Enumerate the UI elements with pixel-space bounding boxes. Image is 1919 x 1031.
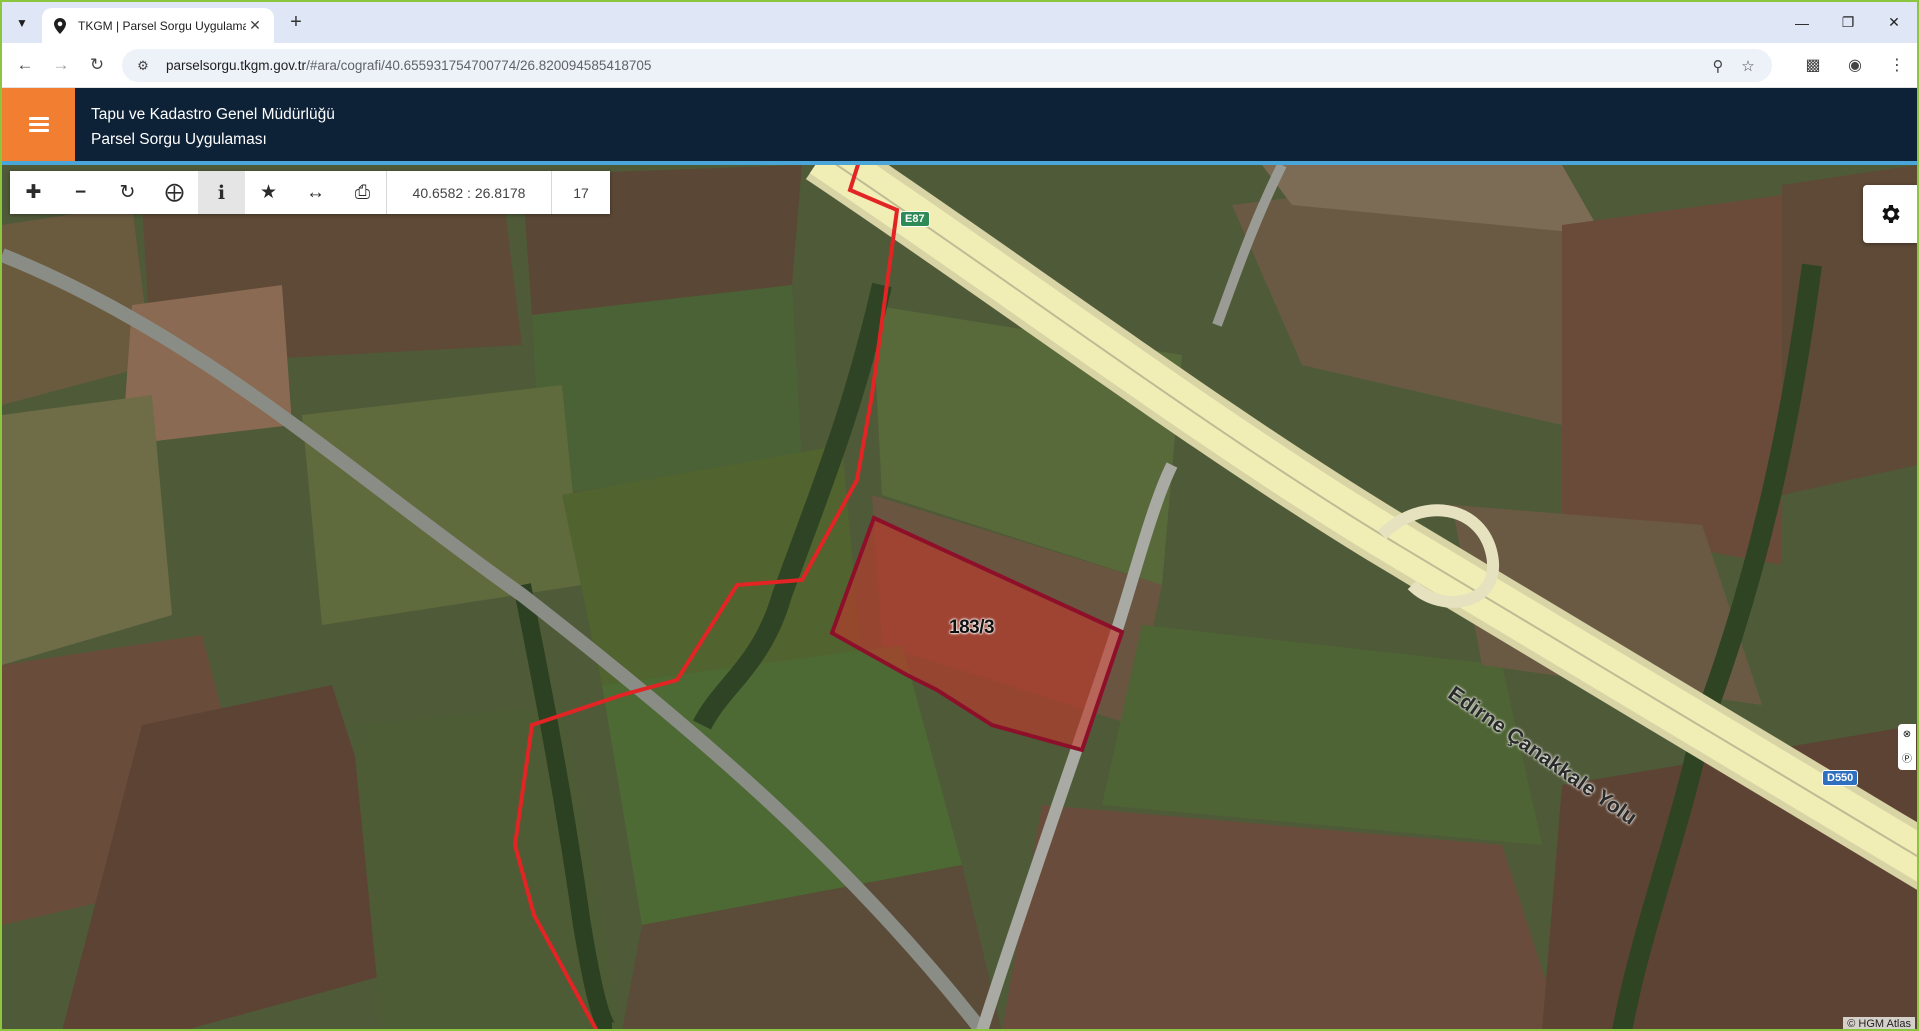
tab-search-button[interactable]: ▼: [10, 11, 34, 35]
new-tab-button[interactable]: +: [284, 11, 308, 35]
refresh-icon: ↻: [119, 182, 136, 203]
zoom-level-readout: 17: [551, 171, 610, 214]
info-icon: i: [217, 181, 226, 204]
reload-button[interactable]: ↻: [84, 52, 110, 78]
side-mini-controls: ⊗ Ⓟ: [1898, 724, 1916, 770]
tab-strip: ▼ TKGM | Parsel Sorgu Uygulaması ✕ + — ❐…: [2, 2, 1917, 43]
app-branding: Tapu ve Kadastro Genel Müdürlüğü Parsel …: [91, 102, 335, 152]
browser-toolbar: ← → ↻ ⚙ parselsorgu.tkgm.gov.tr/#ara/cog…: [2, 43, 1917, 88]
site-info-icon[interactable]: ⚙: [134, 57, 152, 75]
minus-icon: −: [74, 181, 87, 203]
coordinate-readout: 40.6582 : 26.8178: [386, 171, 551, 214]
parcel-label[interactable]: 183/3: [949, 617, 995, 639]
info-button[interactable]: i: [198, 171, 245, 214]
profile-icon[interactable]: ◉: [1843, 52, 1867, 78]
back-button[interactable]: ←: [12, 52, 38, 78]
location-pin-icon: [52, 17, 68, 34]
plus-icon: ✚: [25, 182, 42, 203]
menu-icon: [28, 114, 49, 135]
close-window-button[interactable]: ✕: [1871, 2, 1917, 43]
address-bar[interactable]: ⚙ parselsorgu.tkgm.gov.tr/#ara/cografi/4…: [122, 49, 1772, 82]
star-icon: ★: [259, 182, 278, 203]
settings-button[interactable]: [1863, 185, 1917, 243]
route-shield-d550: D550: [1822, 770, 1859, 786]
print-button[interactable]: ⎙: [339, 171, 386, 214]
extensions-icon[interactable]: ▩: [1801, 52, 1825, 78]
map-attribution: © HGM Atlas: [1843, 1017, 1915, 1029]
arrows-horizontal-icon: ↔: [306, 181, 325, 203]
route-shield-e87: E87: [900, 211, 930, 227]
tab-title: TKGM | Parsel Sorgu Uygulaması: [78, 18, 246, 33]
forward-button[interactable]: →: [48, 52, 74, 78]
url-text: parselsorgu.tkgm.gov.tr/#ara/cografi/40.…: [166, 58, 652, 73]
map-view[interactable]: E87 D550 Edirne Çanakkale Yolu 183/3 ✚ −…: [2, 165, 1917, 1029]
close-circle-icon[interactable]: ⊗: [1903, 729, 1911, 740]
layer-circle-icon[interactable]: Ⓟ: [1902, 750, 1912, 765]
bookmark-star-icon[interactable]: ☆: [1738, 56, 1758, 76]
more-menu-icon[interactable]: ⋮: [1885, 52, 1909, 78]
favorite-button[interactable]: ★: [245, 171, 292, 214]
restore-button[interactable]: ❐: [1825, 2, 1871, 43]
locate-button[interactable]: ⨁: [151, 171, 198, 214]
map-toolbar: ✚ − ↻ ⨁ i ★ ↔ ⎙ 40.6582 : 26.8178 17: [10, 171, 610, 214]
app-name: Parsel Sorgu Uygulaması: [91, 131, 267, 148]
measure-button[interactable]: ↔: [292, 171, 339, 214]
minimize-button[interactable]: —: [1779, 2, 1825, 43]
tab-active[interactable]: TKGM | Parsel Sorgu Uygulaması ✕: [42, 8, 274, 43]
hamburger-menu-button[interactable]: [2, 88, 75, 161]
refresh-button[interactable]: ↻: [104, 171, 151, 214]
crosshair-icon: ⨁: [165, 182, 184, 203]
zoom-out-button[interactable]: −: [57, 171, 104, 214]
gear-icon: [1882, 205, 1900, 223]
close-tab-icon[interactable]: ✕: [246, 17, 264, 34]
browser-window: ▼ TKGM | Parsel Sorgu Uygulaması ✕ + — ❐…: [0, 0, 1919, 1031]
zoom-icon[interactable]: ⚲: [1708, 56, 1728, 76]
org-name: Tapu ve Kadastro Genel Müdürlüğü: [91, 106, 335, 123]
print-icon: ⎙: [354, 181, 371, 203]
zoom-in-button[interactable]: ✚: [10, 171, 57, 214]
satellite-imagery: [2, 165, 1917, 1029]
app-header: Tapu ve Kadastro Genel Müdürlüğü Parsel …: [2, 88, 1917, 165]
